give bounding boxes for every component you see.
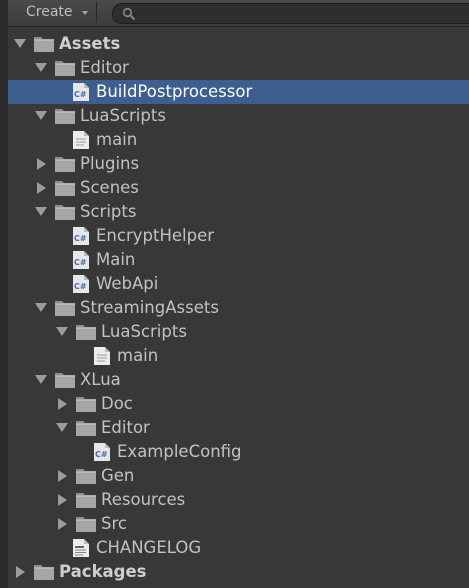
text-file-icon	[72, 130, 90, 154]
search-input[interactable]	[112, 3, 469, 24]
csharp-script-icon: C#	[72, 82, 90, 106]
tree-row[interactable]: Doc	[8, 392, 469, 416]
svg-text:C#: C#	[74, 258, 87, 267]
tree-row[interactable]: Resources	[8, 488, 469, 512]
tree-row[interactable]: StreamingAssets	[8, 296, 469, 320]
collapsed-arrow-icon[interactable]	[58, 494, 67, 506]
tree-row-label: StreamingAssets	[80, 298, 219, 317]
folder-icon	[54, 58, 76, 81]
tree-row-label: Editor	[101, 418, 150, 437]
text-file-icon	[93, 346, 111, 370]
svg-text:C#: C#	[74, 90, 87, 99]
expanded-arrow-icon[interactable]	[35, 111, 47, 120]
folder-icon	[75, 514, 97, 537]
tree-row-label: WebApi	[96, 274, 159, 293]
tree-row[interactable]: main	[8, 128, 469, 152]
tree-row[interactable]: Packages	[8, 560, 469, 584]
create-button[interactable]: Create	[18, 2, 97, 23]
csharp-script-icon: C#	[72, 250, 90, 274]
tree-row-label: Doc	[101, 394, 133, 413]
tree-row-label: LuaScripts	[80, 106, 166, 125]
folder-icon	[75, 322, 97, 345]
tree-row-label: Packages	[59, 562, 147, 581]
tree-row-label: LuaScripts	[101, 322, 187, 341]
folder-icon	[75, 394, 97, 417]
csharp-script-icon: C#	[72, 226, 90, 250]
expanded-arrow-icon[interactable]	[56, 423, 68, 432]
tree-row[interactable]: C# ExampleConfig	[8, 440, 469, 464]
expanded-arrow-icon[interactable]	[35, 303, 47, 312]
collapsed-arrow-icon[interactable]	[37, 182, 46, 194]
tree-row-label: EncryptHelper	[96, 226, 214, 245]
document-icon	[72, 538, 90, 562]
collapsed-arrow-icon[interactable]	[58, 518, 67, 530]
tree-row[interactable]: XLua	[8, 368, 469, 392]
tree-row[interactable]: Editor	[8, 56, 469, 80]
tree-row-label: CHANGELOG	[96, 538, 202, 557]
csharp-script-icon: C#	[93, 442, 111, 466]
tree-row[interactable]: C# Main	[8, 248, 469, 272]
project-toolbar: Create	[8, 0, 469, 27]
expanded-arrow-icon[interactable]	[35, 207, 47, 216]
folder-icon	[54, 202, 76, 225]
expanded-arrow-icon[interactable]	[14, 39, 26, 48]
tree-row[interactable]: C# BuildPostprocessor	[8, 80, 469, 104]
tree-row-label: Src	[101, 514, 127, 533]
collapsed-arrow-icon[interactable]	[16, 566, 25, 578]
tree-row[interactable]: main	[8, 344, 469, 368]
svg-text:C#: C#	[74, 234, 87, 243]
tree-row-label: main	[96, 130, 138, 149]
folder-icon	[54, 154, 76, 177]
tree-row[interactable]: Scenes	[8, 176, 469, 200]
folder-icon	[54, 298, 76, 321]
tree-row[interactable]: Src	[8, 512, 469, 536]
folder-icon	[75, 466, 97, 489]
folder-icon	[54, 370, 76, 393]
tree-row-label: Main	[96, 250, 136, 269]
tree-row[interactable]: LuaScripts	[8, 320, 469, 344]
collapsed-arrow-icon[interactable]	[58, 470, 67, 482]
tree-row-label: Assets	[59, 34, 121, 53]
project-window: Create Assets Editor C# BuildPostprocessor L…	[0, 0, 469, 588]
tree-row-label: Scenes	[80, 178, 139, 197]
svg-text:C#: C#	[74, 282, 87, 291]
tree-row-label: XLua	[80, 370, 121, 389]
tree-row[interactable]: Plugins	[8, 152, 469, 176]
tree-row[interactable]: LuaScripts	[8, 104, 469, 128]
svg-text:C#: C#	[95, 450, 108, 459]
folder-icon	[75, 490, 97, 513]
folder-icon	[54, 178, 76, 201]
tree-row-label: main	[117, 346, 159, 365]
tree-row-label: Gen	[101, 466, 135, 485]
tree-row[interactable]: Scripts	[8, 200, 469, 224]
tree-row[interactable]: Assets	[8, 32, 469, 56]
folder-icon	[33, 562, 55, 585]
tree-row-label: Editor	[80, 58, 129, 77]
dropdown-arrow-icon	[82, 11, 88, 15]
tree-row-label: Scripts	[80, 202, 137, 221]
tree-row[interactable]: C# EncryptHelper	[8, 224, 469, 248]
folder-icon	[54, 106, 76, 129]
panel-edge	[0, 0, 8, 588]
tree-row[interactable]: C# WebApi	[8, 272, 469, 296]
tree-row-label: ExampleConfig	[117, 442, 242, 461]
collapsed-arrow-icon[interactable]	[58, 398, 67, 410]
search-icon	[122, 7, 135, 20]
collapsed-arrow-icon[interactable]	[37, 158, 46, 170]
tree-row-label: Plugins	[80, 154, 140, 173]
create-button-label: Create	[26, 4, 73, 20]
folder-icon	[33, 34, 55, 57]
tree-row-label: BuildPostprocessor	[96, 82, 253, 101]
tree-row[interactable]: Editor	[8, 416, 469, 440]
csharp-script-icon: C#	[72, 274, 90, 298]
tree-row-label: Resources	[101, 490, 186, 509]
expanded-arrow-icon[interactable]	[56, 327, 68, 336]
expanded-arrow-icon[interactable]	[35, 63, 47, 72]
folder-icon	[75, 418, 97, 441]
expanded-arrow-icon[interactable]	[35, 375, 47, 384]
tree-row[interactable]: CHANGELOG	[8, 536, 469, 560]
tree-row[interactable]: Gen	[8, 464, 469, 488]
